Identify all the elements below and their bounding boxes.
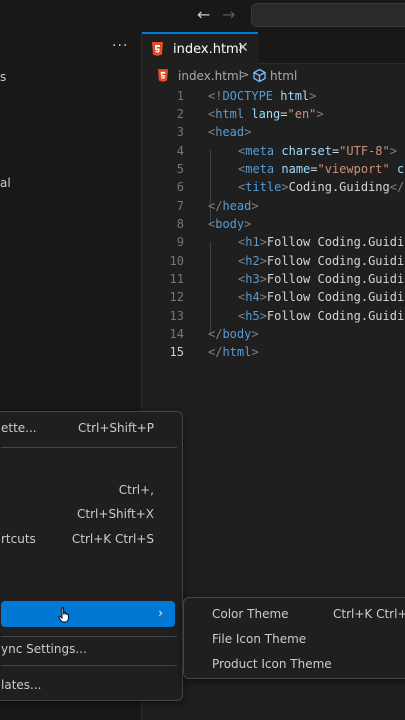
code-line: <meta name="viewport" c <box>238 162 405 176</box>
code-line: </head> <box>208 199 259 213</box>
code-line: </body> <box>208 327 259 341</box>
line-number: 8 <box>176 217 184 231</box>
line-number: 13 <box>169 309 184 323</box>
symbol-element-icon <box>253 68 266 83</box>
code-line: <h4>Follow Coding.Guidi <box>238 290 405 304</box>
submenu-item-product-icon-theme[interactable]: Product Icon Theme <box>184 653 405 675</box>
menu-item-keyboard-shortcuts[interactable]: rtcuts Ctrl+K Ctrl+S <box>0 528 182 550</box>
manage-context-menu: ette... Ctrl+Shift+P Ctrl+, Ctrl+Shift+X… <box>0 411 183 701</box>
code-line: <body> <box>208 217 252 231</box>
code-line: <h5>Follow Coding.Guidi <box>238 309 405 323</box>
command-center-search[interactable] <box>251 3 405 27</box>
breadcrumb: index.html > html <box>142 64 405 88</box>
tab-index-html[interactable]: index.html ✕ <box>142 32 258 64</box>
code-line: <title>Coding.Guiding</ <box>238 180 405 194</box>
editor-tabs: index.html ✕ <box>142 32 405 64</box>
submenu-item-file-icon-theme[interactable]: File Icon Theme <box>184 628 405 650</box>
tab-label: index.html <box>173 42 243 57</box>
line-number: 12 <box>169 290 184 304</box>
line-number: 2 <box>176 107 184 121</box>
line-number: 1 <box>176 89 184 103</box>
line-number: 3 <box>176 125 184 139</box>
code-line: <!DOCTYPE html> <box>208 89 317 103</box>
menu-item-extensions[interactable]: Ctrl+Shift+X <box>0 503 182 525</box>
code-line: <h1>Follow Coding.Guidi <box>238 235 405 249</box>
hand-pointer-icon <box>58 607 69 623</box>
close-icon[interactable]: ✕ <box>237 40 249 56</box>
code-line: <html lang="en"> <box>208 107 324 121</box>
line-number-active: 15 <box>169 345 184 359</box>
line-number: 5 <box>176 162 184 176</box>
line-number: 4 <box>176 144 184 158</box>
arrow-right-icon[interactable]: → <box>222 5 235 24</box>
html5-icon <box>152 42 163 56</box>
menu-item-command-palette[interactable]: ette... Ctrl+Shift+P <box>0 417 182 439</box>
line-number: 10 <box>169 254 184 268</box>
indent-guide <box>210 242 211 334</box>
menu-separator <box>1 636 177 637</box>
code-line: </html> <box>208 345 259 359</box>
breadcrumb-separator: > <box>240 68 250 81</box>
menu-item-settings[interactable]: Ctrl+, <box>0 479 182 501</box>
code-line: <head> <box>208 125 252 139</box>
line-number: 9 <box>176 235 184 249</box>
code-editor[interactable]: 1 2 3 4 5 6 7 8 9 10 11 12 13 14 15 <!DO… <box>142 88 405 418</box>
line-number: 7 <box>176 199 184 213</box>
code-line: <h2>Follow Coding.Guidi <box>238 254 405 268</box>
submenu-item-color-theme[interactable]: Color Theme Ctrl+K Ctrl+T <box>184 603 405 625</box>
title-bar: ← → <box>0 0 405 32</box>
menu-separator <box>1 447 177 448</box>
themes-submenu: Color Theme Ctrl+K Ctrl+T File Icon Them… <box>183 597 405 679</box>
sidebar-text-fragment: s <box>0 70 7 84</box>
code-line: <meta charset="UTF-8"> <box>238 144 397 158</box>
menu-item-sync-settings[interactable]: ync Settings... <box>0 638 182 660</box>
line-number: 6 <box>176 180 184 194</box>
more-actions-icon[interactable]: ··· <box>112 38 128 54</box>
menu-separator <box>1 665 177 666</box>
code-line: <h3>Follow Coding.Guidi <box>238 272 405 286</box>
menu-item-check-updates[interactable]: lates... <box>0 674 182 696</box>
arrow-left-icon[interactable]: ← <box>197 5 210 24</box>
html5-icon <box>158 69 168 82</box>
line-number: 14 <box>169 327 184 341</box>
line-number: 11 <box>169 272 184 286</box>
breadcrumb-symbol[interactable]: html <box>270 69 297 83</box>
sidebar-text-fragment: al <box>0 176 11 190</box>
chevron-right-icon: › <box>158 606 163 620</box>
breadcrumb-file[interactable]: index.html <box>178 69 242 83</box>
menu-item-themes[interactable]: › <box>1 601 175 627</box>
